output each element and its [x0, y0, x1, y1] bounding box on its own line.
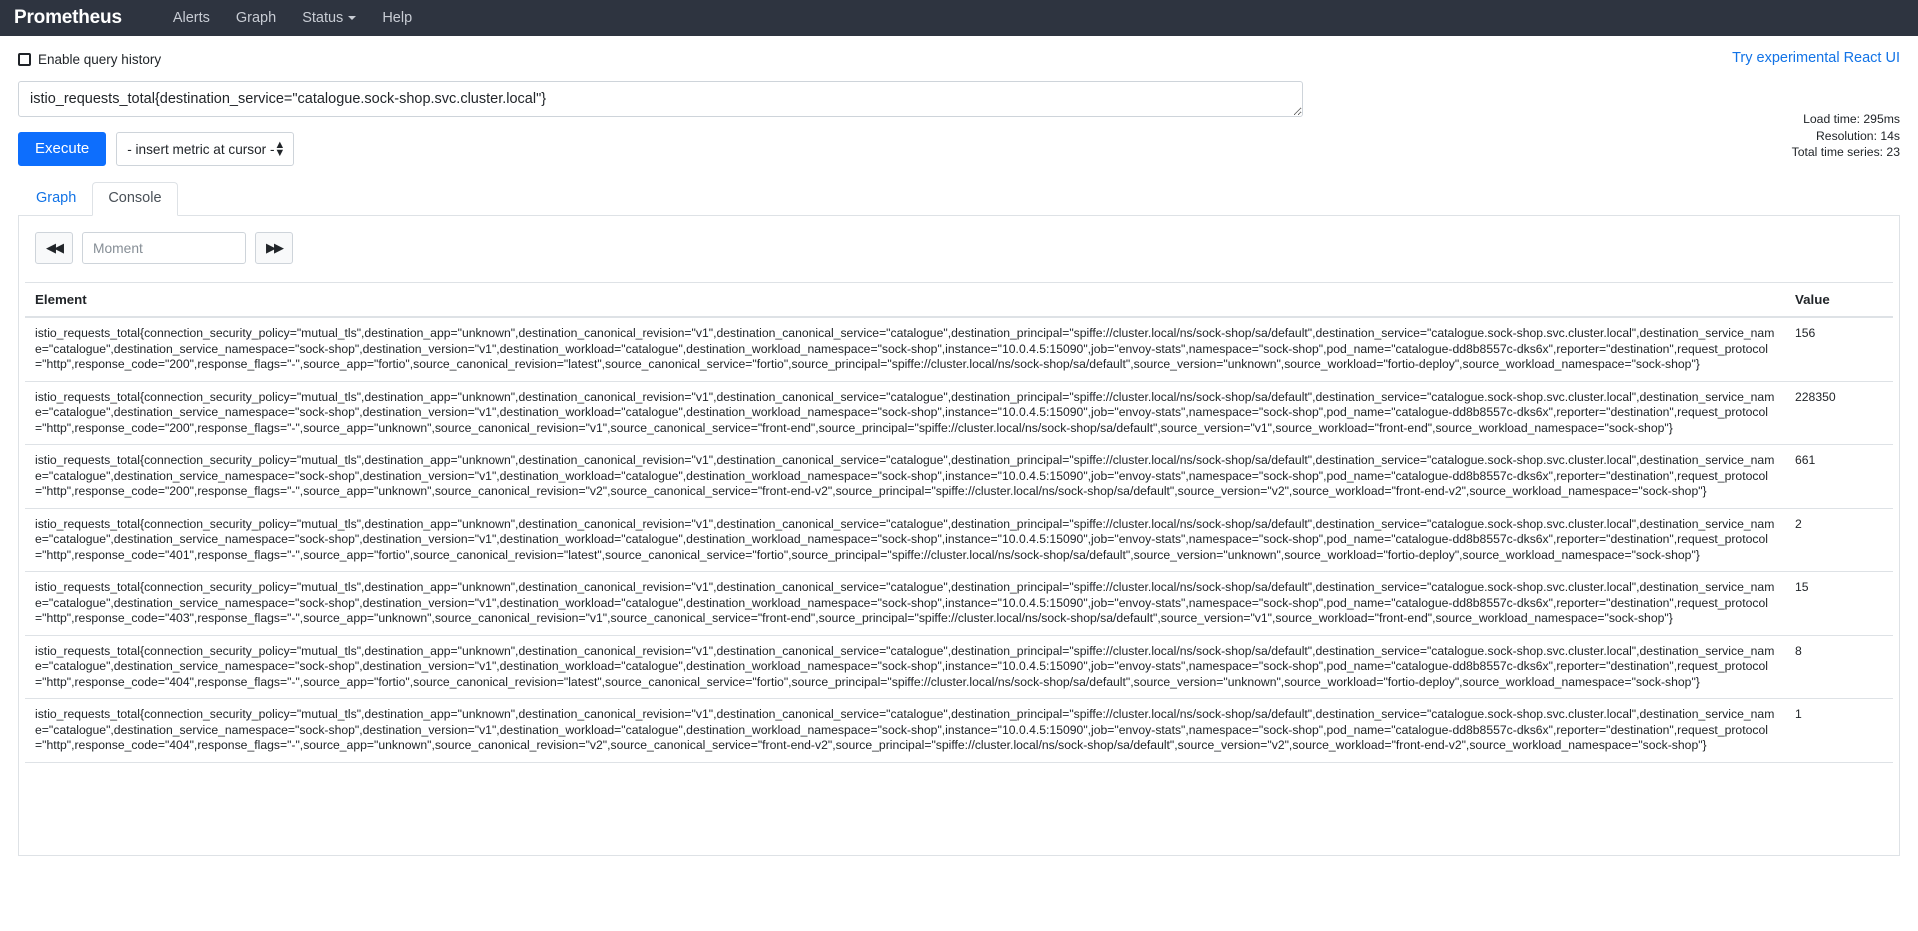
moment-input[interactable]	[82, 232, 246, 264]
result-element-cell: istio_requests_total{connection_security…	[25, 317, 1783, 382]
enable-query-history-label: Enable query history	[38, 52, 162, 67]
result-value-cell: 156	[1783, 317, 1893, 382]
nav-item-alerts[interactable]: Alerts	[160, 10, 223, 26]
table-row[interactable]: istio_requests_total{connection_security…	[25, 508, 1893, 572]
step-backward-icon[interactable]: ◀◀	[35, 232, 73, 264]
table-row[interactable]: istio_requests_total{connection_security…	[25, 317, 1893, 382]
result-value-cell: 15	[1783, 571, 1893, 636]
result-element-cell: istio_requests_total{connection_security…	[25, 381, 1783, 445]
tab-graph[interactable]: Graph	[20, 182, 92, 216]
result-element-cell: istio_requests_total{connection_security…	[25, 571, 1783, 636]
results-table-body: istio_requests_total{connection_security…	[25, 317, 1893, 763]
console-panel: ◀◀ ▶▶ Element Value istio_requests_total…	[18, 216, 1900, 856]
results-table: Element Value istio_requests_total{conne…	[25, 282, 1893, 763]
query-history-toggle[interactable]: Enable query history	[18, 52, 1900, 67]
column-header-value: Value	[1783, 282, 1893, 318]
result-element-cell: istio_requests_total{connection_security…	[25, 508, 1783, 572]
brand-prometheus[interactable]: Prometheus	[14, 7, 122, 29]
results-table-head: Element Value	[25, 282, 1893, 318]
insert-metric-select-value: - insert metric at cursor -	[127, 141, 275, 157]
tab-console[interactable]: Console	[92, 182, 178, 216]
table-row[interactable]: istio_requests_total{connection_security…	[25, 571, 1893, 636]
moment-controls: ◀◀ ▶▶	[35, 232, 1893, 264]
step-forward-icon[interactable]: ▶▶	[255, 232, 293, 264]
result-value-cell: 661	[1783, 444, 1893, 509]
enable-query-history-checkbox[interactable]	[18, 53, 31, 66]
nav-item-help[interactable]: Help	[369, 10, 425, 26]
nav-item-status-label: Status	[302, 10, 344, 26]
result-tabs: Graph Console	[18, 182, 1900, 216]
query-stats-panel: Load time: 295ms Resolution: 14s Total t…	[1792, 111, 1900, 161]
nav-item-status[interactable]: Status	[289, 10, 369, 26]
column-header-element: Element	[25, 282, 1783, 318]
table-row[interactable]: istio_requests_total{connection_security…	[25, 381, 1893, 445]
select-updown-icon: ▲ ▼	[274, 139, 286, 159]
result-element-cell: istio_requests_total{connection_security…	[25, 635, 1783, 699]
result-element-cell: istio_requests_total{connection_security…	[25, 698, 1783, 763]
chevron-down-icon	[348, 16, 357, 21]
query-expression-input[interactable]	[18, 81, 1303, 117]
try-react-ui-link[interactable]: Try experimental React UI	[1732, 50, 1900, 66]
load-time-text: Load time: 295ms	[1803, 112, 1900, 126]
query-controls: Execute - insert metric at cursor - ▲ ▼	[18, 132, 1900, 166]
main-navbar: Prometheus Alerts Graph Status Help	[0, 0, 1918, 36]
page-container: Try experimental React UI Enable query h…	[0, 36, 1918, 856]
results-header-row: Element Value	[25, 282, 1893, 318]
table-row[interactable]: istio_requests_total{connection_security…	[25, 698, 1893, 763]
table-row[interactable]: istio_requests_total{connection_security…	[25, 444, 1893, 509]
resolution-text: Resolution: 14s	[1815, 128, 1900, 143]
result-value-cell: 2	[1783, 508, 1893, 572]
result-value-cell: 1	[1783, 698, 1893, 763]
result-value-cell: 228350	[1783, 381, 1893, 445]
nav-item-graph[interactable]: Graph	[223, 10, 289, 26]
execute-button[interactable]: Execute	[18, 132, 107, 166]
result-element-cell: istio_requests_total{connection_security…	[25, 444, 1783, 509]
total-time-series-text: Total time series: 23	[1791, 145, 1900, 159]
result-value-cell: 8	[1783, 635, 1893, 699]
insert-metric-select[interactable]: - insert metric at cursor - ▲ ▼	[116, 132, 295, 166]
table-row[interactable]: istio_requests_total{connection_security…	[25, 635, 1893, 699]
